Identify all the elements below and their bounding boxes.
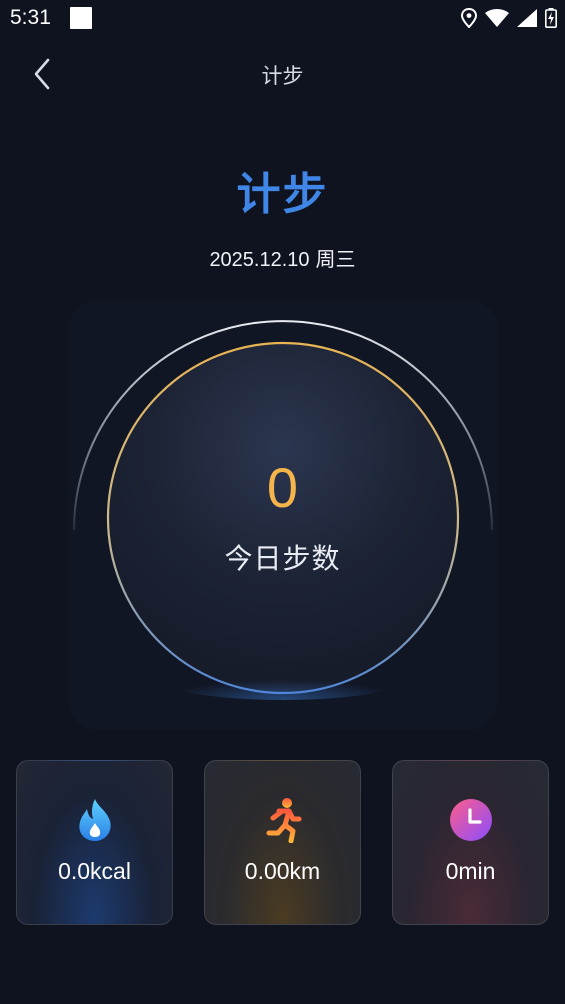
step-count: 0 [266, 456, 299, 519]
calories-value: 0.0kcal [58, 858, 131, 884]
weekday-text: 周三 [315, 249, 356, 271]
top-app-bar: 计步 [0, 44, 565, 100]
date-line: 2025.12.10 周三 [0, 243, 565, 272]
battery-charging-icon [545, 8, 557, 28]
status-icons [461, 8, 557, 28]
signal-icon [517, 9, 537, 27]
status-bar: 5:31 [0, 0, 565, 40]
location-icon [461, 8, 477, 28]
duration-value: 0min [445, 858, 496, 884]
flame-icon [72, 797, 118, 843]
wifi-icon [485, 9, 509, 27]
distance-card[interactable]: 0.00km [204, 760, 361, 925]
clock-icon [448, 797, 494, 843]
date-text: 2025.12.10 [209, 249, 310, 271]
running-person-icon [260, 797, 306, 843]
page-title: 计步 [236, 169, 329, 220]
header-title: 计步 [261, 64, 304, 88]
calories-card[interactable]: 0.0kcal [16, 760, 173, 925]
status-time: 5:31 [10, 6, 51, 29]
duration-card[interactable]: 0min [392, 760, 549, 925]
notification-square-icon [70, 7, 92, 29]
step-counter-screen: 5:31 计步 计步 2025.12.10 周三 0 今日步数 0.0kcal … [0, 0, 565, 1004]
step-label: 今日步数 [224, 542, 341, 575]
distance-value: 0.00km [244, 858, 321, 884]
